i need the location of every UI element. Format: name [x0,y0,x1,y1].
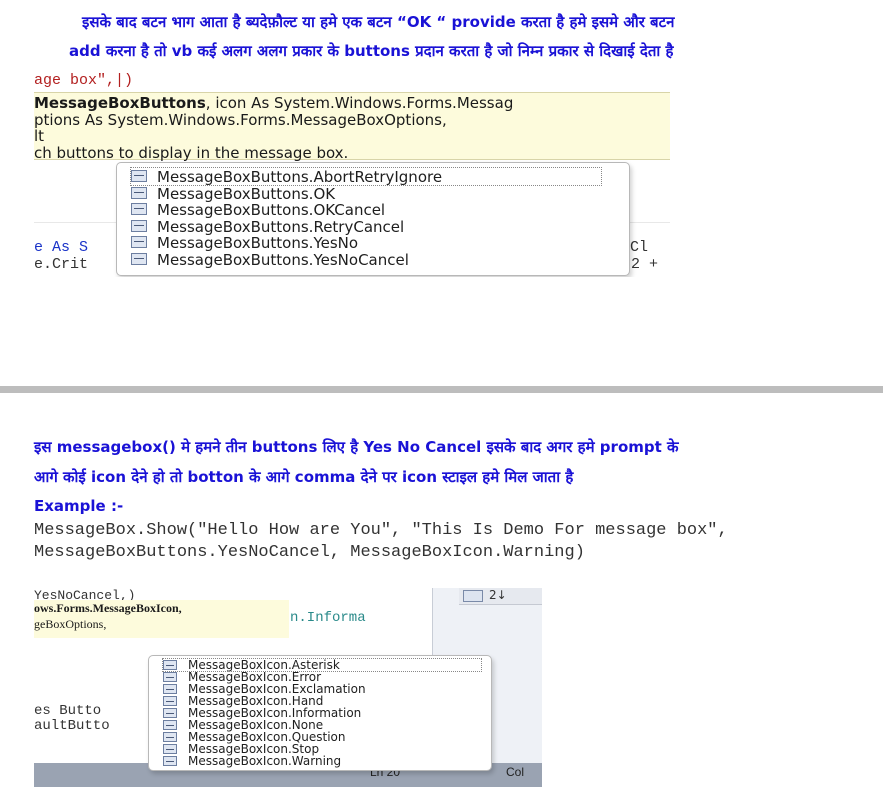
screenshot-icon-intellisense: 2↓ YesNoCancel,) ows.Forms.MessageBoxIco… [34,588,542,787]
tooltip-line-1: ows.Forms.MessageBoxIcon, [34,601,182,615]
list-item[interactable]: MessageBoxButtons.RetryCancel [131,218,404,236]
status-col: Col [506,765,525,779]
editor-toolbar: 2↓ [459,588,542,605]
intellisense-list-buttons[interactable]: MessageBoxButtons.AbortRetryIgnore Messa… [116,162,630,276]
intellisense-list-icons[interactable]: MessageBoxIcon.Asterisk MessageBoxIcon.E… [148,655,492,771]
enum-member-icon [163,743,177,754]
tooltip-line-1-rest: , icon As System.Windows.Forms.Messag [205,94,514,112]
code-info-text: n.Informa [290,610,366,626]
tooltip-param-bold: MessageBoxButtons [34,94,206,112]
code-bg-line-1: e As S [34,239,89,256]
enum-member-icon [131,186,147,199]
parameter-tooltip: ows.Forms.MessageBoxIcon, geBoxOptions, [34,600,289,638]
code-bg-line-2: e.Crit [34,256,89,273]
enum-member-icon [163,731,177,742]
tooltip-line-2: geBoxOptions, [34,617,107,631]
example-label: Example :- [34,497,124,515]
code-line-b1: es Butto [34,703,102,719]
code-line-b2: aultButto [34,718,110,734]
example-code-line-2: MessageBoxButtons.YesNoCancel, MessageBo… [34,543,585,562]
section2-line-2: आगे कोई icon देने हो तो botton के आगे co… [34,468,574,486]
enum-member-icon [163,707,177,718]
parameter-tooltip: MessageBoxButtons, icon As System.Window… [34,92,670,162]
list-item[interactable]: MessageBoxButtons.YesNoCancel [131,251,409,269]
tooltip-line-1: MessageBoxButtons, icon As System.Window… [34,94,513,112]
enum-member-icon [163,671,177,682]
tooltip-line-3: lt [34,127,45,145]
list-item[interactable]: MessageBoxButtons.OKCancel [131,201,385,219]
enum-member-icon [163,659,177,670]
intro-line-2: add करना है तो vb कई अलग अलग प्रकार के b… [69,42,674,60]
enum-member-icon [131,235,147,248]
enum-member-icon [131,252,147,265]
screenshot-buttons-intellisense: age box",|) MessageBoxButtons, icon As S… [34,72,670,277]
enum-member-icon [163,683,177,694]
list-item[interactable]: MessageBoxIcon.Warning [163,755,341,767]
list-view-icon[interactable] [463,590,483,602]
enum-member-icon [131,219,147,232]
section-separator [0,386,883,393]
code-line-top: age box",|) [34,72,134,89]
intro-line-1: इसके बाद बटन भाग आता है ब्यदेफ़ौल्ट या ह… [82,13,675,31]
enum-member-icon [163,695,177,706]
tooltip-line-4: ch buttons to display in the message box… [34,144,349,162]
sort-icon[interactable]: 2↓ [489,588,507,602]
enum-member-icon [163,755,177,766]
section2-line-1: इस messagebox() मे हमने तीन buttons लिए … [34,438,679,456]
example-code-line-1: MessageBox.Show("Hello How are You", "Th… [34,521,728,540]
list-item[interactable]: MessageBoxButtons.OK [131,185,335,203]
enum-member-icon [163,719,177,730]
enum-member-icon [131,169,147,182]
list-item[interactable]: MessageBoxButtons.YesNo [131,234,358,252]
enum-member-icon [131,202,147,215]
tooltip-line-2: ptions As System.Windows.Forms.MessageBo… [34,111,447,129]
list-item[interactable]: MessageBoxButtons.AbortRetryIgnore [130,167,602,186]
